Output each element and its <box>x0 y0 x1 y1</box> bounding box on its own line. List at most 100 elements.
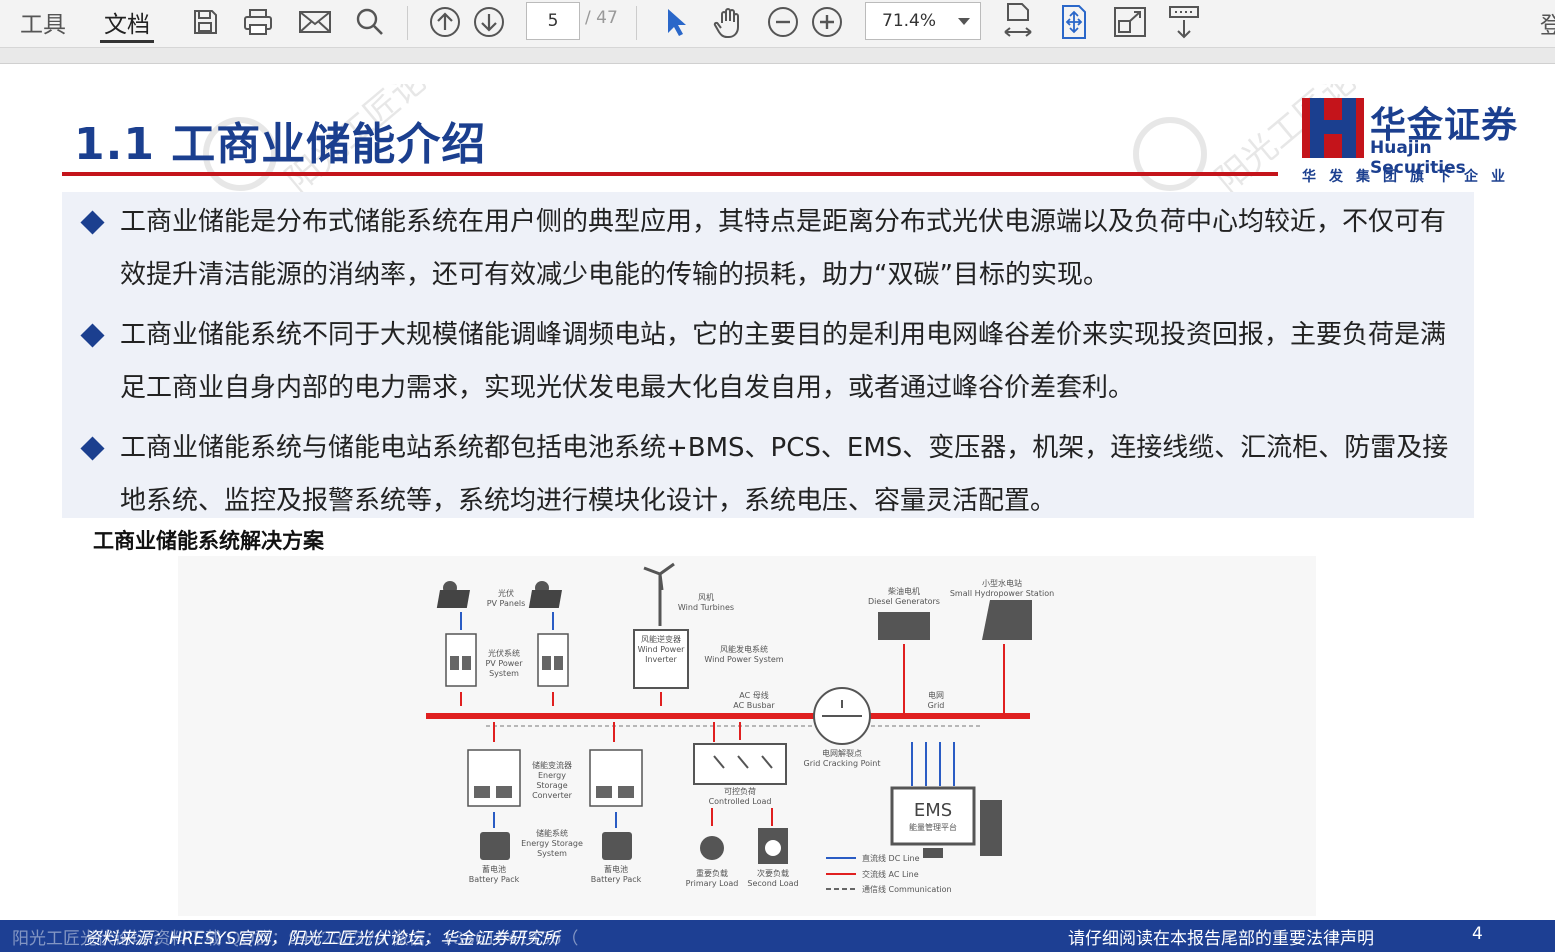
mail-icon[interactable] <box>294 0 336 44</box>
converter-label-en2: Storage <box>536 781 567 790</box>
battery-pack-label: 蓄电池 <box>482 864 506 874</box>
diesel-generator-icon <box>878 612 930 640</box>
page-total-label: / 47 <box>585 8 618 28</box>
converter-label-en: Energy <box>538 771 566 780</box>
pv-panel-icon <box>436 581 471 608</box>
hydro-label: 小型水电站 <box>982 578 1022 588</box>
scroll-mode-icon[interactable] <box>1164 0 1204 44</box>
bullet-text: 工商业储能系统与储能电站系统都包括电池系统+BMS、PCS、EMS、变压器，机架… <box>120 433 1449 516</box>
next-page-icon[interactable] <box>470 0 508 44</box>
ems-server-icon <box>980 800 1002 856</box>
tools-menu[interactable]: 工具 <box>14 0 72 44</box>
energy-storage-diagram-svg: 光伏 PV Panels 光伏系统 PV Power System 风机 Win… <box>426 562 1054 894</box>
ac-busbar-label-en: AC Busbar <box>733 701 775 710</box>
grid-point-label: 电网解裂点 <box>822 748 862 758</box>
print-icon[interactable] <box>238 0 278 44</box>
storage-system-label-en: Energy Storage <box>521 839 583 848</box>
previous-page-icon[interactable] <box>426 0 464 44</box>
footer-disclaimer: 请仔细阅读在本报告尾部的重要法律声明 <box>1068 929 1374 949</box>
pv-system-label-en2: System <box>489 669 519 678</box>
wind-turbine-icon <box>643 562 675 626</box>
wind-turbines-label-en: Wind Turbines <box>678 603 734 612</box>
bullet-text: 工商业储能系统不同于大规模储能调峰调频电站，它的主要目的是利用电网峰谷差价来实现… <box>120 320 1447 403</box>
diamond-bullet-icon <box>80 323 105 348</box>
wind-inverter-label: 风能逆变器 <box>641 634 681 644</box>
storage-system-label: 储能系统 <box>536 828 568 838</box>
diesel-label: 柴油电机 <box>888 586 920 596</box>
ems-label: EMS <box>914 800 952 821</box>
ems-label-cn: 能量管理平台 <box>909 822 957 832</box>
wind-inverter-label-en: Wind Power <box>638 645 686 654</box>
chevron-down-icon <box>958 18 970 25</box>
footer-source: 资料来源：HRESYS官网，阳光工匠光伏论坛，华金证券研究所 <box>84 929 560 949</box>
grid-point-label-en: Grid Cracking Point <box>804 759 881 768</box>
legend-comm: 通信线 Communication <box>862 884 952 894</box>
battery-pack-icon <box>480 832 510 860</box>
diamond-bullet-icon <box>80 210 105 235</box>
bullet-text: 工商业储能是分布式储能系统在用户侧的典型应用，其特点是距离分布式光伏电源端以及负… <box>120 207 1447 290</box>
hydropower-icon <box>982 600 1032 640</box>
logo-subtitle: 华发集团旗下企业 <box>1302 169 1518 185</box>
grid-label-en: Grid <box>928 701 945 710</box>
zoom-out-icon[interactable] <box>764 0 802 44</box>
pv-system-label: 光伏系统 <box>488 648 520 658</box>
fit-page-icon[interactable] <box>1054 0 1094 44</box>
controlled-load-box <box>693 743 787 785</box>
wind-system-label: 风能发电系统 <box>720 644 768 654</box>
wind-system-label-en: Wind Power System <box>704 655 783 664</box>
zoom-in-icon[interactable] <box>808 0 846 44</box>
second-load-label-en: Second Load <box>747 879 798 888</box>
battery-pack-label-en: Battery Pack <box>591 875 642 884</box>
grid-label: 电网 <box>928 690 944 700</box>
pv-panels-label: 光伏 <box>498 588 514 598</box>
login-link[interactable]: 登 <box>1540 6 1555 40</box>
toolbar-divider <box>407 6 408 40</box>
toolbar-divider <box>636 6 637 40</box>
battery-pack-label: 蓄电池 <box>604 864 628 874</box>
controlled-load-label-en: Controlled Load <box>709 797 772 806</box>
hand-tool-icon[interactable] <box>708 0 750 44</box>
primary-load-label-en: Primary Load <box>686 879 739 888</box>
pv-panel-icon <box>528 581 563 608</box>
document-menu[interactable]: 文档 <box>98 0 156 44</box>
huajin-logo-mark <box>1302 98 1364 158</box>
converter-label: 储能变流器 <box>532 760 572 770</box>
reader-toolbar: 工具 文档 5 / 47 71.4% 登 <box>0 0 1555 48</box>
pv-system-label-en: PV Power <box>485 659 523 668</box>
ac-busbar-label: AC 母线 <box>739 690 768 700</box>
zoom-select[interactable]: 71.4% <box>865 2 981 40</box>
converter-label-en3: Converter <box>532 791 573 800</box>
storage-system-label-en2: System <box>537 849 567 858</box>
document-view-top <box>0 48 1555 64</box>
legend-dc: 直流线 DC Line <box>862 853 920 863</box>
footer-page-number: 4 <box>1472 924 1483 944</box>
zoom-value: 71.4% <box>882 11 937 31</box>
fullscreen-icon[interactable] <box>1110 0 1150 44</box>
wind-turbines-label: 风机 <box>698 592 714 602</box>
diesel-label-en: Diesel Generators <box>868 597 940 606</box>
energy-storage-diagram: 光伏 PV Panels 光伏系统 PV Power System 风机 Win… <box>178 556 1316 916</box>
page-title: 1.1 工商业储能介绍 <box>74 119 487 170</box>
document-menu-indicator <box>100 40 154 43</box>
diamond-bullet-icon <box>80 436 105 461</box>
select-cursor-icon[interactable] <box>658 0 692 44</box>
battery-pack-icon <box>602 832 632 860</box>
controlled-load-label: 可控负荷 <box>724 786 756 796</box>
company-logo: 华金证券 Huajin Securities 华发集团旗下企业 <box>1302 98 1532 188</box>
hydro-label-en: Small Hydropower Station <box>950 589 1054 598</box>
save-icon[interactable] <box>186 0 224 44</box>
pv-panels-label-en: PV Panels <box>487 599 526 608</box>
battery-pack-label-en: Battery Pack <box>469 875 520 884</box>
page-number-input[interactable]: 5 <box>526 2 580 40</box>
second-load-label: 次要负载 <box>757 868 789 878</box>
title-underline <box>62 172 1278 176</box>
legend-ac: 交流线 AC Line <box>862 869 919 879</box>
wind-inverter-label-en2: Inverter <box>645 655 677 664</box>
page-footer: 阳光工匠光伏论坛 资料下载 QQ群：940233279 微信：138610414… <box>0 920 1555 952</box>
document-page: 阳光工匠论坛 阳光工匠论坛 阳光工匠论坛 1.1 工商业储能介绍 华金证券 Hu… <box>0 64 1555 952</box>
search-icon[interactable] <box>350 0 390 44</box>
primary-load-bulb-icon <box>700 836 724 860</box>
primary-load-label: 重要负载 <box>696 868 728 878</box>
fit-width-icon[interactable] <box>998 0 1038 44</box>
figure-caption: 工商业储能系统解决方案 <box>93 529 324 553</box>
